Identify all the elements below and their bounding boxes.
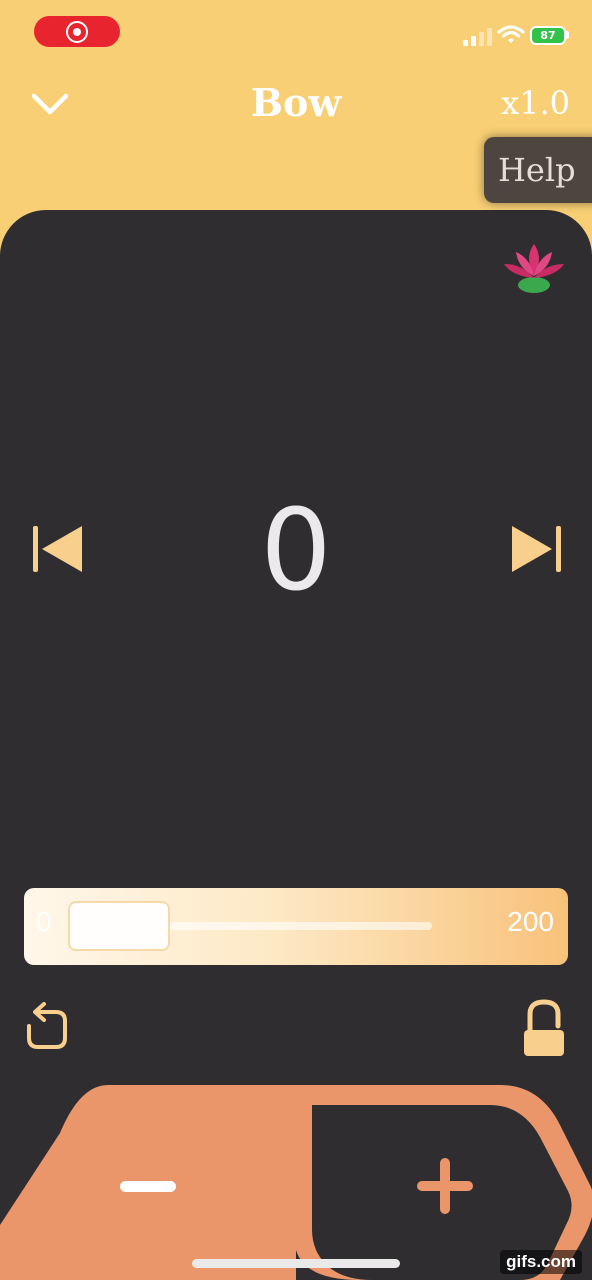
- screen-recording-indicator[interactable]: [34, 16, 120, 47]
- reset-icon[interactable]: [24, 1000, 70, 1052]
- battery-icon: 87: [530, 26, 566, 45]
- skip-next-icon[interactable]: [508, 522, 564, 576]
- cellular-signal-icon: [463, 28, 492, 46]
- home-indicator[interactable]: [192, 1259, 400, 1268]
- decrement-button[interactable]: [0, 1085, 296, 1280]
- lock-icon[interactable]: [522, 998, 566, 1058]
- counter-value: 0: [260, 486, 332, 616]
- watermark: gifs.com: [500, 1250, 582, 1274]
- slider-min-label: 0: [36, 906, 52, 937]
- record-dot-icon: [73, 28, 81, 36]
- wifi-icon: [497, 25, 525, 43]
- battery-tip: [566, 31, 569, 39]
- slider-thumb[interactable]: [68, 901, 170, 951]
- slider-max-label: 200: [507, 906, 554, 937]
- help-button[interactable]: Help: [484, 137, 592, 203]
- slider-track[interactable]: [168, 922, 432, 930]
- speed-multiplier[interactable]: x1.0: [501, 84, 570, 122]
- lotus-icon[interactable]: [500, 240, 568, 296]
- status-bar: 87: [0, 0, 592, 70]
